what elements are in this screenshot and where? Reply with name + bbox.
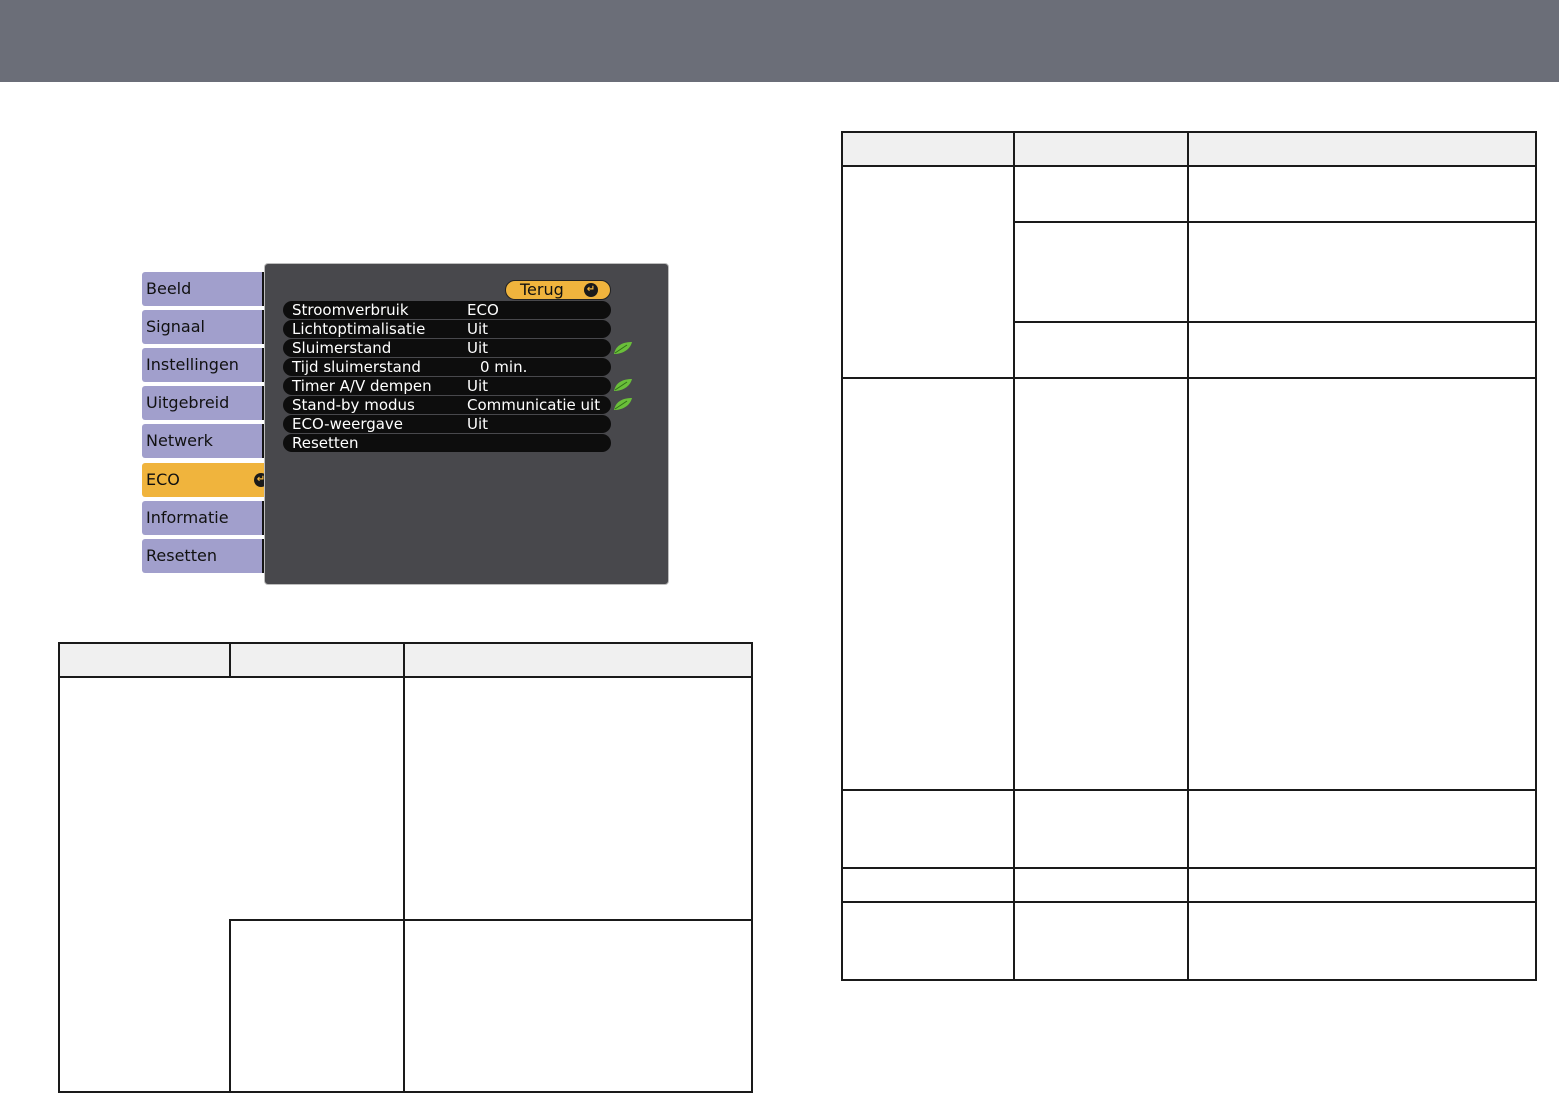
table-row [841,377,1537,791]
tab-informatie[interactable]: Informatie [142,501,274,535]
setting-timer-av-dempen[interactable]: Timer A/V dempen Uit [283,377,611,395]
setting-resetten[interactable]: Resetten [283,434,611,452]
table-header-cell [58,642,231,678]
setting-value: Uit [467,339,489,357]
table-row [841,165,1537,379]
tab-uitgebreid[interactable]: Uitgebreid [142,386,274,420]
table-cell [403,919,753,1093]
leaf-icon [614,379,632,391]
table-row [841,901,1537,981]
tab-netwerk[interactable]: Netwerk [142,424,274,458]
tab-label: Signaal [146,317,205,336]
table-cell [1013,867,1189,903]
setting-lichtoptimalisatie[interactable]: Lichtoptimalisatie Uit [283,320,611,338]
table-header-row [841,131,1537,167]
setting-value: ECO [467,301,499,319]
table-cell [1187,867,1537,903]
settings-table-left [58,642,753,1093]
table-cell [1013,221,1189,323]
setting-value: Uit [467,415,489,433]
table-cell [1187,321,1537,379]
setting-value: Uit [467,377,489,395]
table-header-row [58,642,753,678]
table-header-cell [1013,131,1189,167]
setting-label: Stand-by modus [292,396,415,414]
setting-tijd-sluimerstand[interactable]: Tijd sluimerstand 0 min. [283,358,611,376]
setting-value: Communicatie uit [467,396,601,414]
setting-label: ECO-weergave [292,415,404,433]
table-cell [1187,789,1537,869]
setting-stand-by-modus[interactable]: Stand-by modus Communicatie uit [283,396,611,414]
table-cell [841,789,1015,869]
setting-label: Tijd sluimerstand [292,358,421,376]
tab-label: ECO [146,470,180,489]
table-cell [841,901,1015,981]
table-cell [58,676,405,920]
back-button[interactable]: Terug ↵ [505,280,611,300]
table-cell [1187,901,1537,981]
tab-beeld[interactable]: Beeld [142,272,274,306]
table-cell [1013,789,1189,869]
table-cell [1013,165,1189,223]
table-header-cell [229,642,405,678]
setting-value: Uit [467,320,489,338]
table-cell [841,377,1015,791]
setting-label: Stroomverbruik [292,301,409,319]
eco-settings-panel: Terug ↵ Stroomverbruik ECO Lichtoptimali… [264,263,669,585]
table-cell [1013,321,1189,379]
tab-instellingen[interactable]: Instellingen [142,348,274,382]
table-cell [1013,901,1189,981]
table-cell [1187,221,1537,323]
setting-label: Resetten [292,434,359,452]
table-row [58,676,753,921]
setting-sluimerstand[interactable]: Sluimerstand Uit [283,339,611,357]
tab-label: Netwerk [146,431,213,450]
leaf-icon [614,398,632,410]
tab-label: Beeld [146,279,192,298]
table-cell [841,867,1015,903]
setting-stroomverbruik[interactable]: Stroomverbruik ECO [283,301,611,319]
table-header-cell [1187,131,1537,167]
table-row [841,867,1537,903]
tab-resetten[interactable]: Resetten [142,539,274,573]
table-cell [1013,377,1189,791]
table-cell [1187,377,1537,791]
table-cell [403,676,753,921]
leaf-icon [614,342,632,354]
tab-eco[interactable]: ECO ↵ [142,463,273,497]
table-cell [841,165,1015,379]
table-header-cell [841,131,1015,167]
setting-label: Sluimerstand [292,339,392,357]
setting-eco-weergave[interactable]: ECO-weergave Uit [283,415,611,433]
setting-label: Timer A/V dempen [292,377,432,395]
table-row [58,919,753,1093]
table-row [841,789,1537,869]
tab-label: Informatie [146,508,229,527]
tab-label: Instellingen [146,355,239,374]
enter-icon: ↵ [584,283,598,297]
setting-value: 0 min. [480,358,528,376]
tab-label: Resetten [146,546,217,565]
table-cell [58,920,231,1093]
table-cell [1187,165,1537,223]
tab-signaal[interactable]: Signaal [142,310,274,344]
setting-label: Lichtoptimalisatie [292,320,426,338]
table-cell [229,919,405,1093]
header-bar [0,0,1559,82]
tab-label: Uitgebreid [146,393,230,412]
settings-table-right [841,131,1537,981]
back-label: Terug [520,280,564,299]
table-header-cell [403,642,753,678]
